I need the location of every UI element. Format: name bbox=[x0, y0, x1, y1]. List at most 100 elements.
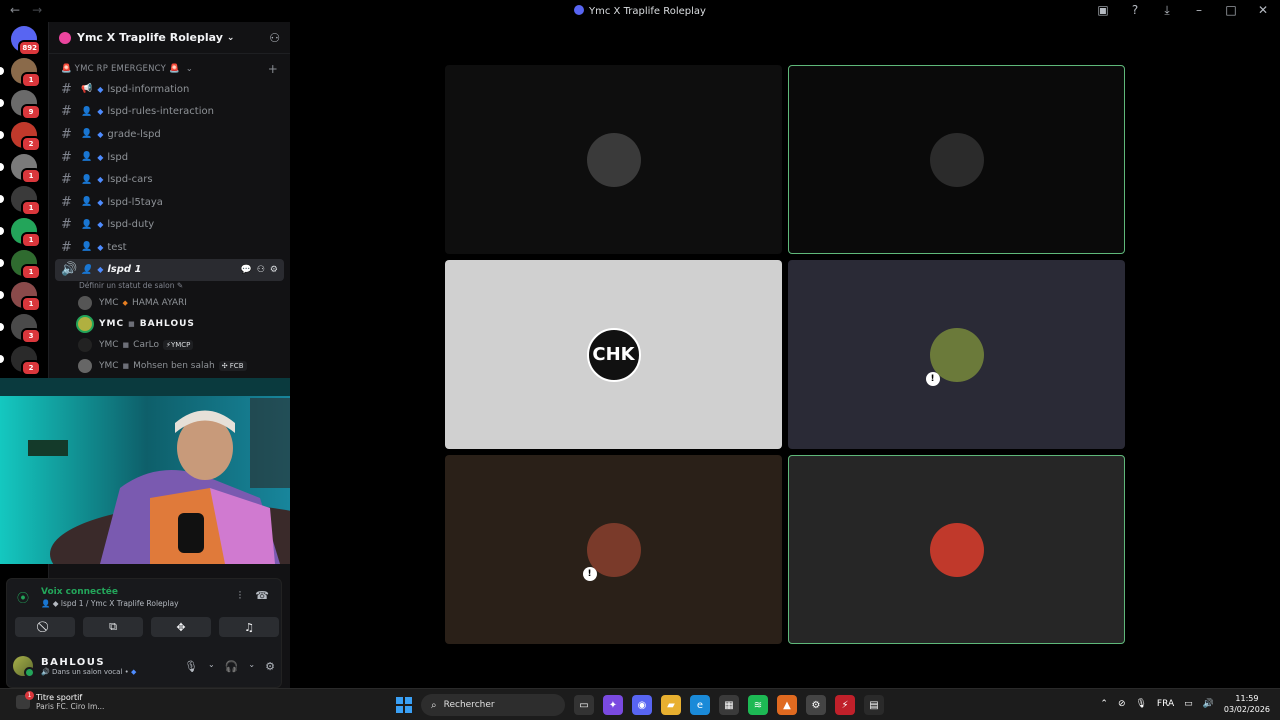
create-channel-icon[interactable]: + bbox=[268, 62, 278, 76]
text-channel[interactable]: # 👤 ◆ lspd-duty bbox=[49, 214, 290, 237]
avatar[interactable] bbox=[13, 656, 35, 678]
participant-tile[interactable] bbox=[445, 65, 782, 254]
text-channel[interactable]: # 👤 ◆ lspd bbox=[49, 146, 290, 169]
user-tag-badge: ✣ FCB bbox=[218, 361, 247, 372]
maximize-button[interactable]: □ bbox=[1222, 3, 1240, 18]
download-icon[interactable]: ⤓ bbox=[1158, 3, 1176, 18]
participant-tile[interactable] bbox=[788, 455, 1125, 644]
language-indicator[interactable]: FRA bbox=[1157, 699, 1174, 709]
app-dark-icon[interactable]: ▤ bbox=[864, 695, 884, 715]
disconnect-icon[interactable]: ☎ bbox=[255, 589, 269, 603]
chevron-down-icon: ⌄ bbox=[226, 32, 235, 43]
mic-tray-icon[interactable]: 🎙 bbox=[1135, 699, 1146, 709]
mention-badge: 892 bbox=[18, 40, 41, 56]
channel-name: lspd-rules-interaction bbox=[107, 106, 214, 118]
participant-avatar bbox=[929, 522, 984, 577]
diamond-icon: ◆ bbox=[97, 242, 104, 252]
server-icon[interactable]: 1 bbox=[0, 58, 41, 88]
person-icon: 👤 bbox=[81, 219, 93, 230]
media-widget[interactable]: Titre sportif Paris FC. Ciro Im... bbox=[16, 691, 104, 711]
unread-indicator bbox=[0, 131, 4, 139]
window-title: Ymc X Traplife Roleplay bbox=[0, 5, 1280, 17]
discord-app-icon[interactable]: ◉ bbox=[632, 695, 652, 715]
hash-icon: # bbox=[61, 172, 72, 188]
settings-gear-icon[interactable]: ⚙ bbox=[270, 265, 278, 275]
activities-button[interactable]: ✥ bbox=[151, 617, 211, 637]
taskbar-search[interactable]: ⌕ Rechercher bbox=[421, 694, 565, 716]
server-icon[interactable]: 3 bbox=[0, 314, 41, 344]
hash-icon: # bbox=[61, 104, 72, 120]
chat-icon[interactable]: 💬 bbox=[241, 265, 252, 275]
text-channel[interactable]: # 👤 ◆ lspd-cars bbox=[49, 168, 290, 191]
chevron-down-icon[interactable]: ⌄ bbox=[208, 660, 215, 673]
user-settings-gear-icon[interactable]: ⚙ bbox=[265, 660, 275, 673]
text-channel[interactable]: # 👤 ◆ grade-lspd bbox=[49, 123, 290, 146]
microphone-icon[interactable]: 🎙 bbox=[184, 660, 198, 673]
windows-start-icon[interactable] bbox=[396, 697, 412, 713]
voice-location[interactable]: 👤 ◆ lspd 1 / Ymc X Traplife Roleplay bbox=[41, 599, 179, 608]
voice-user[interactable]: YMC ■ BAHLOUS bbox=[49, 314, 290, 335]
voice-user[interactable]: YMC ■ Mohsen ben salah ✣ FCB bbox=[49, 356, 290, 377]
guild-header[interactable]: Ymc X Traplife Roleplay ⌄ ⚇ bbox=[49, 22, 290, 54]
inbox-icon[interactable]: ▣ bbox=[1094, 3, 1112, 18]
app-red-icon[interactable]: ⚡ bbox=[835, 695, 855, 715]
noise-suppression-icon[interactable]: ⫶ bbox=[239, 589, 242, 603]
headphones-icon[interactable]: 🎧 bbox=[225, 660, 239, 673]
person-icon: 📢 bbox=[81, 84, 93, 95]
server-icon[interactable]: 1 bbox=[0, 250, 41, 280]
voice-user-list: YMC ◆ HAMA AYARI YMC ■ BAHLOUS YMC ■ CarLo ⚡YMCP Y… bbox=[49, 293, 290, 377]
minimize-button[interactable]: – bbox=[1190, 3, 1208, 18]
display-icon[interactable]: ▭ bbox=[1184, 699, 1193, 709]
server-icon[interactable]: 2 bbox=[0, 122, 41, 152]
diamond-icon: ◆ bbox=[97, 197, 104, 207]
participant-tile[interactable]: CHK bbox=[445, 260, 782, 449]
channel-name: lspd-l5taya bbox=[107, 196, 163, 208]
chevron-down-icon[interactable]: ⌄ bbox=[248, 660, 255, 673]
soundboard-button[interactable]: ♫ bbox=[219, 617, 279, 637]
server-icon[interactable]: 2 bbox=[0, 346, 41, 376]
spotify-icon[interactable]: ≋ bbox=[748, 695, 768, 715]
task-view-icon[interactable]: ▭ bbox=[574, 695, 594, 715]
server-icon[interactable]: 1 bbox=[0, 218, 41, 248]
steam-icon[interactable]: ⚙ bbox=[806, 695, 826, 715]
edge-browser-icon[interactable]: e bbox=[690, 695, 710, 715]
copilot-icon[interactable]: ✦ bbox=[603, 695, 623, 715]
camera-off-button[interactable]: ⃠ bbox=[15, 617, 75, 637]
text-channel[interactable]: # 👤 ◆ lspd-rules-interaction bbox=[49, 101, 290, 124]
close-button[interactable]: ✕ bbox=[1254, 3, 1272, 18]
help-icon[interactable]: ? bbox=[1126, 3, 1144, 18]
participant-tile[interactable] bbox=[788, 65, 1125, 254]
channel-status-hint[interactable]: Définir un statut de salon ✎ bbox=[49, 281, 290, 293]
hash-icon: # bbox=[61, 126, 72, 142]
network-off-icon[interactable]: ⊘ bbox=[1118, 699, 1126, 709]
tray-chevron-icon[interactable]: ⌃ bbox=[1100, 699, 1108, 709]
server-icon[interactable]: 9 bbox=[0, 90, 41, 120]
text-channel[interactable]: # 📢 ◆ lspd-information bbox=[49, 78, 290, 101]
store-icon[interactable]: ▦ bbox=[719, 695, 739, 715]
server-icon[interactable]: 1 bbox=[0, 282, 41, 312]
server-icon[interactable]: 1 bbox=[0, 186, 41, 216]
deafened-icon: ! bbox=[582, 566, 597, 581]
app-orange-icon[interactable]: ▲ bbox=[777, 695, 797, 715]
channel-list: # 📢 ◆ lspd-information # 👤 ◆ lspd-rules-interac… bbox=[49, 78, 290, 259]
clock[interactable]: 11:59 03/02/2026 bbox=[1224, 693, 1270, 715]
volume-icon[interactable]: 🔊 bbox=[1203, 699, 1214, 709]
file-explorer-icon[interactable]: ▰ bbox=[661, 695, 681, 715]
voice-user[interactable]: YMC ◆ HAMA AYARI bbox=[49, 293, 290, 314]
voice-stage: CHK!! bbox=[290, 22, 1280, 688]
participant-tile[interactable]: ! bbox=[445, 455, 782, 644]
add-member-icon[interactable]: ⚇ bbox=[269, 31, 280, 45]
text-channel[interactable]: # 👤 ◆ test bbox=[49, 236, 290, 259]
server-icon[interactable]: 1 bbox=[0, 154, 41, 184]
voice-user[interactable]: YMC ■ CarLo ⚡YMCP bbox=[49, 335, 290, 356]
hash-icon: # bbox=[61, 81, 72, 97]
screen-share-button[interactable]: ⧉ bbox=[83, 617, 143, 637]
text-channel[interactable]: # 👤 ◆ lspd-l5taya bbox=[49, 191, 290, 214]
signal-icon[interactable]: ⦿ bbox=[17, 589, 29, 606]
invite-icon[interactable]: ⚇ bbox=[257, 265, 265, 275]
category-header[interactable]: 🚨 YMC RP EMERGENCY 🚨 ⌄ + bbox=[49, 60, 290, 78]
voice-channel-active[interactable]: 🔊 👤 ◆ lspd 1 💬 ⚇ ⚙ bbox=[55, 258, 284, 281]
participant-tile[interactable]: ! bbox=[788, 260, 1125, 449]
direct-messages-button[interactable]: 892 bbox=[11, 26, 41, 56]
hash-icon: # bbox=[61, 149, 72, 165]
